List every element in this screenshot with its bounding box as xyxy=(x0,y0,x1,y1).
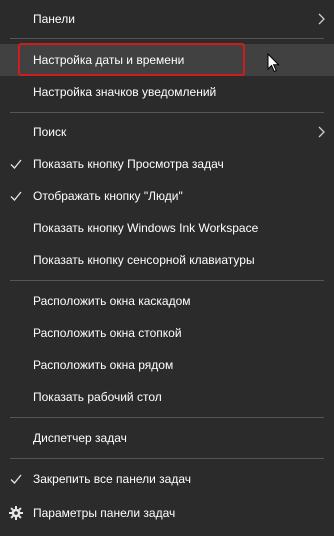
menu-item-show-desktop[interactable]: Показать рабочий стол xyxy=(0,381,334,413)
menu-item-label: Показать рабочий стол xyxy=(33,390,162,404)
menu-item-label: Поиск xyxy=(33,125,67,139)
menu-item-label: Закрепить все панели задач xyxy=(33,472,192,486)
menu-item-side-by-side-windows[interactable]: Расположить окна рядом xyxy=(0,349,334,381)
menu-item-search[interactable]: Поиск xyxy=(0,116,334,148)
menu-item-taskbar-settings[interactable]: Параметры панели задач xyxy=(0,497,334,529)
menu-item-lock-taskbars[interactable]: Закрепить все панели задач xyxy=(0,463,334,495)
check-icon xyxy=(10,474,22,484)
menu-item-show-people-button[interactable]: Отображать кнопку "Люди" xyxy=(0,180,334,212)
menu-item-customize-notification-icons[interactable]: Настройка значков уведомлений xyxy=(0,76,334,108)
menu-item-show-windows-ink-button[interactable]: Показать кнопку Windows Ink Workspace xyxy=(0,212,334,244)
menu-item-toolbars[interactable]: Панели xyxy=(0,3,334,35)
check-icon xyxy=(10,159,22,169)
menu-item-show-touch-keyboard-button[interactable]: Показать кнопку сенсорной клавиатуры xyxy=(0,244,334,276)
taskbar-context-menu: Панели Настройка даты и времени Настройк… xyxy=(0,0,334,536)
menu-item-show-task-view-button[interactable]: Показать кнопку Просмотра задач xyxy=(0,148,334,180)
menu-separator xyxy=(10,417,324,418)
check-icon xyxy=(10,191,22,201)
menu-item-label: Настройка значков уведомлений xyxy=(33,85,217,99)
menu-separator xyxy=(10,112,324,113)
menu-item-label: Панели xyxy=(33,12,75,26)
menu-item-label: Показать кнопку Windows Ink Workspace xyxy=(33,221,259,235)
chevron-right-icon xyxy=(318,13,325,25)
mouse-cursor-icon xyxy=(267,53,280,73)
menu-item-task-manager[interactable]: Диспетчер задач xyxy=(0,422,334,454)
menu-item-label: Расположить окна стопкой xyxy=(33,326,182,340)
highlight-annotation-box xyxy=(18,43,245,76)
menu-item-label: Показать кнопку Просмотра задач xyxy=(33,157,224,171)
chevron-right-icon xyxy=(318,126,325,138)
menu-item-label: Показать кнопку сенсорной клавиатуры xyxy=(33,253,255,267)
menu-item-label: Диспетчер задач xyxy=(33,431,127,445)
menu-separator xyxy=(10,38,324,39)
menu-item-label: Расположить окна рядом xyxy=(33,358,174,372)
menu-item-label: Расположить окна каскадом xyxy=(33,294,191,308)
menu-separator xyxy=(10,280,324,281)
menu-item-stack-windows[interactable]: Расположить окна стопкой xyxy=(0,317,334,349)
menu-item-cascade-windows[interactable]: Расположить окна каскадом xyxy=(0,285,334,317)
menu-item-label: Отображать кнопку "Люди" xyxy=(33,189,183,203)
gear-icon xyxy=(9,506,23,520)
menu-separator xyxy=(10,458,324,459)
menu-item-label: Параметры панели задач xyxy=(33,506,176,520)
